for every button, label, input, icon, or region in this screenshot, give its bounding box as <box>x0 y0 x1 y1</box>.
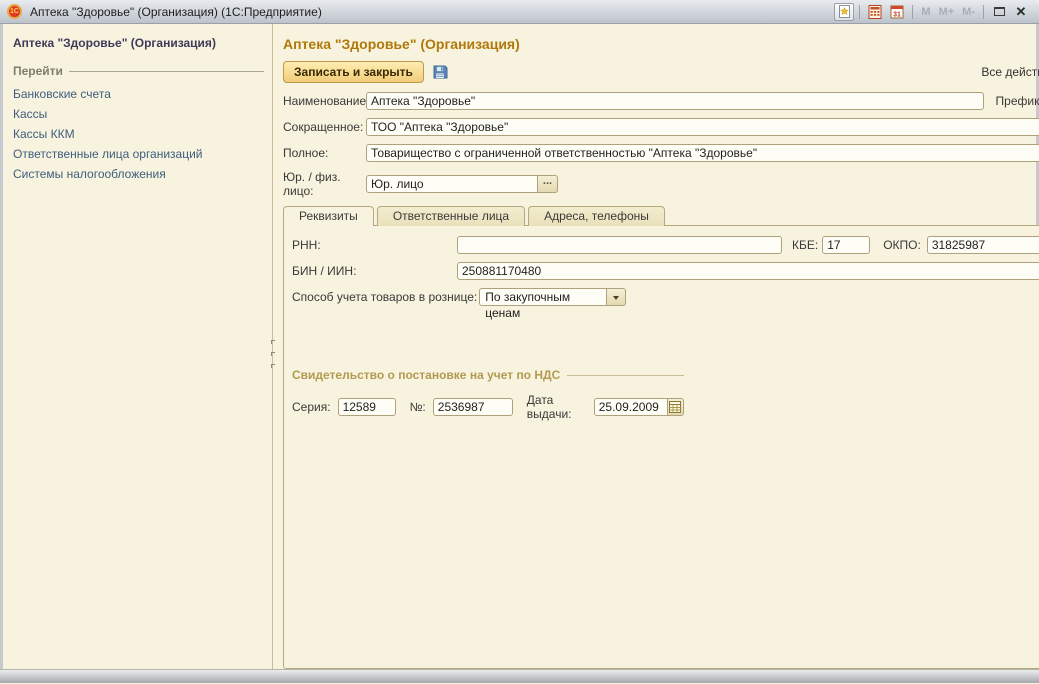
vat-group-divider <box>567 375 684 376</box>
short-name-field-row: Сокращенное: <box>283 118 1039 136</box>
window-title: Аптека "Здоровье" (Организация) (1С:Пред… <box>30 5 322 19</box>
page-title: Аптека "Здоровье" (Организация) <box>283 36 1039 52</box>
sidebar-item-tax-systems[interactable]: Системы налогообложения <box>13 164 264 184</box>
app-window: 1С Аптека "Здоровье" (Организация) (1С:П… <box>0 0 1039 684</box>
titlebar-separator <box>983 5 984 19</box>
retail-accounting-field-row: Способ учета товаров в рознице: По закуп… <box>292 288 1039 306</box>
retail-accounting-label: Способ учета товаров в рознице: <box>292 290 477 304</box>
sidebar-item-bank-accounts[interactable]: Банковские счета <box>13 84 264 104</box>
sidebar-nav-heading: Перейти <box>13 64 264 78</box>
dropdown-arrow-button[interactable] <box>607 288 626 306</box>
date-picker-calendar-icon[interactable] <box>668 398 684 416</box>
window-body: Аптека "Здоровье" (Организация) Перейти … <box>0 24 1039 669</box>
name-field-row: Наименование: Префикс: <box>283 92 1039 110</box>
issue-date-label: Дата выдачи: <box>527 393 587 421</box>
sidebar-item-cash-desks[interactable]: Кассы <box>13 104 264 124</box>
sidebar-item-kkm-cash-desks[interactable]: Кассы ККМ <box>13 124 264 144</box>
navigation-panel: Аптека "Здоровье" (Организация) Перейти … <box>3 24 273 669</box>
kbe-label: КБЕ: <box>792 238 818 252</box>
memory-recall-button[interactable]: M <box>921 6 930 18</box>
full-name-field-row: Полное: <box>283 144 1039 162</box>
retail-accounting-dropdown[interactable]: По закупочным ценам <box>479 288 626 306</box>
number-label: №: <box>410 400 426 414</box>
chevron-down-icon <box>613 296 619 303</box>
vat-group-heading: Свидетельство о постановке на учет по НД… <box>292 368 684 382</box>
memory-minus-button[interactable]: M- <box>962 6 975 18</box>
kbe-input[interactable] <box>822 236 870 254</box>
svg-text:31: 31 <box>894 11 902 18</box>
short-name-label: Сокращенное: <box>283 120 366 134</box>
rnn-field-row: РНН: КБЕ: ОКПО: <box>292 236 1039 254</box>
title-bar: 1С Аптека "Здоровье" (Организация) (1С:П… <box>0 0 1039 24</box>
tab-addresses-phones[interactable]: Адреса, телефоны <box>528 206 665 226</box>
save-and-close-button[interactable]: Записать и закрыть <box>283 61 424 83</box>
rnn-label: РНН: <box>292 238 457 252</box>
retail-accounting-value: По закупочным ценам <box>479 288 607 306</box>
maximize-button[interactable] <box>989 3 1009 21</box>
1c-app-icon: 1С <box>7 4 22 19</box>
bin-field-row: БИН / ИИН: <box>292 262 1039 280</box>
requisites-tab-panel: РНН: КБЕ: ОКПО: БИН / ИИН: Способ учета … <box>283 225 1039 669</box>
titlebar-separator <box>912 5 913 19</box>
prefix-label: Префикс: <box>996 94 1039 108</box>
form-area: Аптека "Здоровье" (Организация) Записать… <box>273 24 1039 669</box>
name-label: Наименование: <box>283 94 366 108</box>
save-icon[interactable] <box>430 62 450 82</box>
tab-strip: Реквизиты Ответственные лица Адреса, тел… <box>283 206 1039 226</box>
all-actions-menu-button[interactable]: Все действия <box>981 65 1039 79</box>
full-name-input[interactable] <box>366 144 1039 162</box>
rnn-input[interactable] <box>457 236 782 254</box>
full-name-label: Полное: <box>283 146 366 160</box>
command-bar: Записать и закрыть Все действия ? <box>283 61 1039 83</box>
memory-plus-button[interactable]: M+ <box>939 6 955 18</box>
favorites-star-icon[interactable] <box>834 3 854 21</box>
tab-requisites[interactable]: Реквизиты <box>283 206 374 226</box>
goto-label: Перейти <box>13 64 63 78</box>
vat-group-label: Свидетельство о постановке на учет по НД… <box>292 368 560 382</box>
status-bar <box>0 669 1039 683</box>
series-label: Серия: <box>292 400 331 414</box>
tab-responsible-persons[interactable]: Ответственные лица <box>377 206 525 226</box>
all-actions-label: Все действия <box>981 65 1039 79</box>
issue-date-input[interactable] <box>594 398 668 416</box>
entity-type-lookup-button[interactable]: ... <box>538 175 558 193</box>
entity-type-field-row: Юр. / физ. лицо: ... <box>283 170 1039 198</box>
panel-splitter-handle[interactable] <box>271 332 279 376</box>
titlebar-separator <box>859 5 860 19</box>
calculator-icon[interactable] <box>865 3 885 21</box>
goto-divider <box>69 71 264 72</box>
vat-fields-row: Серия: №: Дата выдачи: <box>292 393 684 421</box>
short-name-input[interactable] <box>366 118 1039 136</box>
name-input[interactable] <box>366 92 984 110</box>
calendar-icon[interactable]: 31 <box>887 3 907 21</box>
okpo-input[interactable] <box>927 236 1039 254</box>
number-input[interactable] <box>433 398 513 416</box>
bin-iin-label: БИН / ИИН: <box>292 264 457 278</box>
entity-type-label: Юр. / физ. лицо: <box>283 170 366 198</box>
entity-type-input[interactable] <box>366 175 538 193</box>
sidebar-item-responsible-persons[interactable]: Ответственные лица организаций <box>13 144 264 164</box>
close-button[interactable]: ✕ <box>1011 3 1031 21</box>
okpo-label: ОКПО: <box>883 238 921 252</box>
sidebar-header: Аптека "Здоровье" (Организация) <box>13 36 264 50</box>
vat-certificate-group: Свидетельство о постановке на учет по НД… <box>292 368 684 421</box>
series-input[interactable] <box>338 398 396 416</box>
bin-iin-input[interactable] <box>457 262 1039 280</box>
